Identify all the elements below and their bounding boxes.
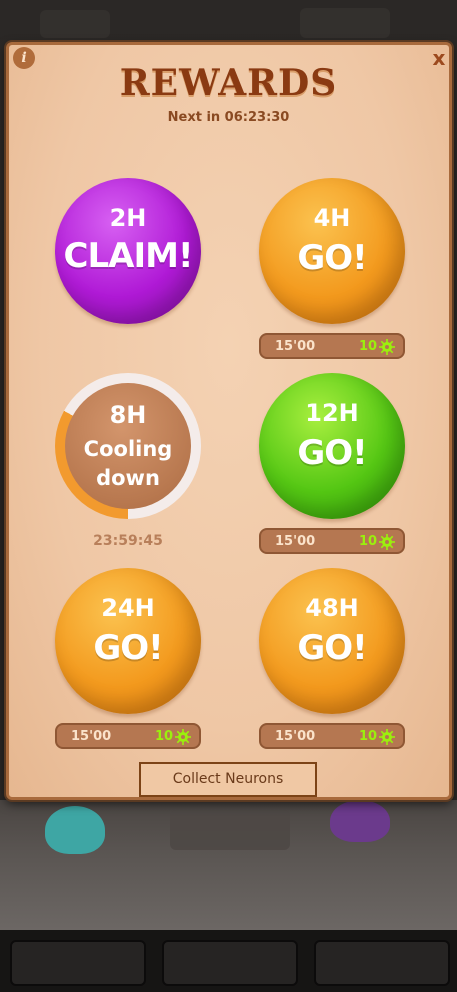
reward-24h-go-button[interactable]: 24H GO! — [55, 568, 201, 714]
purple-creature — [330, 800, 390, 842]
neuron-virus-icon — [175, 729, 191, 745]
reward-action-label: Cooling down — [83, 437, 173, 490]
bottom-nav-button-2[interactable] — [162, 940, 298, 986]
neuron-virus-icon — [379, 534, 395, 550]
bottom-nav-button-3[interactable] — [314, 940, 450, 986]
next-reward-countdown: Next in 06:23:30 — [167, 110, 290, 125]
reward-action-label: GO! — [93, 628, 163, 668]
bottom-nav-button-1[interactable] — [10, 940, 146, 986]
reward-neuron-count: 10 — [359, 729, 378, 744]
reward-48h-go-button[interactable]: 48H GO! — [259, 568, 405, 714]
neuron-virus-icon — [379, 339, 395, 355]
reward-neuron-count: 10 — [155, 729, 174, 744]
reward-duration: 15'00 — [275, 729, 316, 744]
reward-hours: 8H — [109, 401, 147, 429]
reward-hours: 2H — [109, 204, 147, 232]
reward-neuron-count: 10 — [359, 534, 378, 549]
reward-48h-cost-pill: 15'00 10 — [259, 723, 405, 749]
reward-hours: 4H — [313, 204, 351, 232]
reward-neuron-count: 10 — [359, 339, 378, 354]
reward-action-label: GO! — [297, 238, 367, 278]
reward-action-label: GO! — [297, 433, 367, 473]
reward-24h-cost-pill: 15'00 10 — [55, 723, 201, 749]
background-rock — [40, 10, 110, 38]
blue-creature — [45, 806, 105, 854]
reward-duration: 15'00 — [275, 339, 316, 354]
cooldown-core: 8H Cooling down — [65, 383, 191, 509]
reward-hours: 48H — [305, 594, 359, 622]
neuron-virus-icon — [379, 729, 395, 745]
reward-hours: 24H — [101, 594, 155, 622]
collect-neurons-button[interactable]: Collect Neurons — [139, 762, 317, 797]
reward-4h-cost-pill: 15'00 10 — [259, 333, 405, 359]
reward-8h-cooling: 8H Cooling down — [55, 373, 201, 519]
cooldown-timer: 23:59:45 — [93, 533, 163, 549]
background-rock — [300, 8, 390, 38]
reward-duration: 15'00 — [275, 534, 316, 549]
reward-12h-go-button[interactable]: 12H GO! — [259, 373, 405, 519]
reward-hours: 12H — [305, 399, 359, 427]
reward-duration: 15'00 — [71, 729, 112, 744]
reward-action-label: CLAIM! — [63, 236, 194, 276]
reward-12h-cost-pill: 15'00 10 — [259, 528, 405, 554]
reward-2h-claim-button[interactable]: 2H CLAIM! — [55, 178, 201, 324]
reward-4h-go-button[interactable]: 4H GO! — [259, 178, 405, 324]
stone-structure — [170, 810, 290, 850]
panel-title: REWARDS — [119, 62, 338, 104]
reward-action-label: GO! — [297, 628, 367, 668]
